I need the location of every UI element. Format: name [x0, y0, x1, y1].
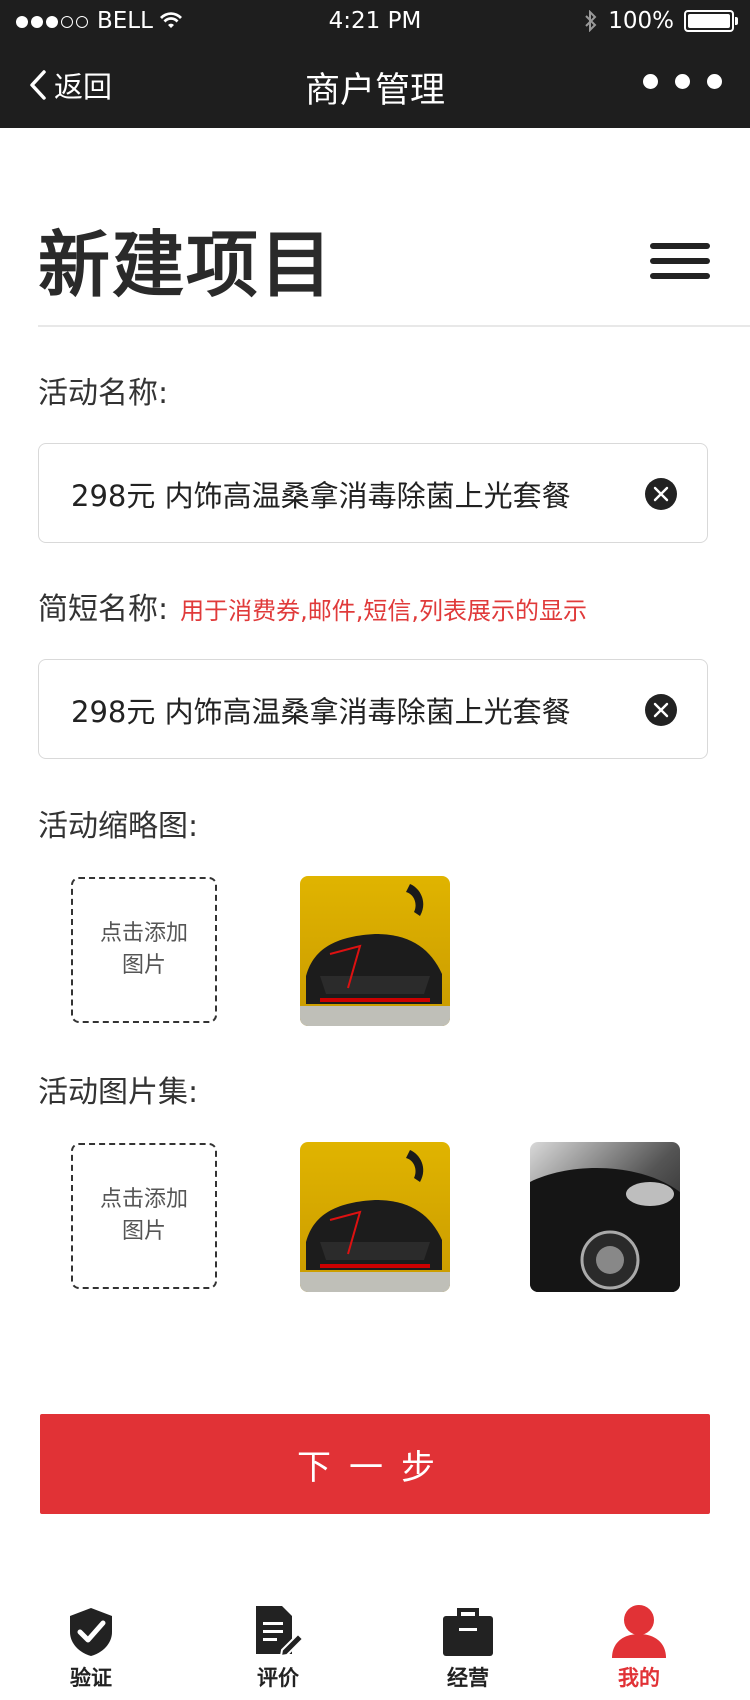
- tab-reviews[interactable]: 评价: [218, 1600, 338, 1692]
- status-right: 100%: [584, 8, 738, 34]
- add-gallery-text: 点击添加 图片: [100, 1184, 188, 1248]
- tab-business-label: 经营: [447, 1666, 489, 1690]
- activity-name-field: [38, 443, 708, 543]
- battery-icon: [684, 10, 738, 32]
- thumbnail-image-car-yellow[interactable]: [300, 876, 450, 1026]
- battery-percent: 100%: [608, 8, 674, 34]
- clear-icon[interactable]: [645, 694, 677, 726]
- add-gallery-image-button[interactable]: 点击添加 图片: [71, 1143, 217, 1289]
- menu-icon[interactable]: [650, 243, 710, 283]
- shield-check-icon: [70, 1608, 112, 1656]
- status-bar: BELL 4:21 PM 100%: [0, 0, 750, 44]
- more-options-icon[interactable]: [643, 74, 722, 89]
- user-icon: [612, 1605, 666, 1658]
- gallery-label: 活动图片集:: [38, 1075, 199, 1110]
- tab-reviews-label: 评价: [257, 1666, 299, 1690]
- add-thumbnail-button[interactable]: 点击添加 图片: [71, 877, 217, 1023]
- divider: [38, 325, 750, 327]
- gallery-image-car-yellow[interactable]: [300, 1142, 450, 1292]
- page-title: 新建项目: [38, 223, 335, 307]
- add-thumbnail-line2: 图片: [121, 953, 166, 978]
- short-name-input[interactable]: [69, 660, 633, 759]
- short-name-label-row: 简短名称: 用于消费券,邮件,短信,列表展示的显示: [38, 584, 587, 628]
- thumbnail-label: 活动缩略图:: [38, 809, 199, 844]
- add-thumbnail-text: 点击添加 图片: [100, 918, 188, 982]
- gallery-image-car-black[interactable]: [530, 1142, 680, 1292]
- tab-me-label: 我的: [618, 1666, 660, 1690]
- clear-icon[interactable]: [645, 478, 677, 510]
- tab-bar: 验证 评价 经营 我的: [0, 1600, 750, 1700]
- nav-title: 商户管理: [304, 71, 445, 111]
- short-name-field: [38, 659, 708, 759]
- document-edit-icon: [256, 1606, 304, 1658]
- nav-bar: 返回 商户管理: [0, 44, 750, 128]
- add-gallery-line1: 点击添加: [99, 1187, 188, 1212]
- activity-name-label: 活动名称:: [38, 376, 169, 411]
- add-gallery-line2: 图片: [121, 1219, 166, 1244]
- tab-me[interactable]: 我的: [579, 1600, 699, 1692]
- next-step-button[interactable]: 下一步: [40, 1414, 710, 1514]
- short-name-label: 简短名称:: [38, 592, 169, 627]
- tab-business[interactable]: 经营: [408, 1600, 528, 1692]
- tab-verify[interactable]: 验证: [31, 1600, 151, 1692]
- briefcase-icon: [443, 1608, 493, 1656]
- short-name-hint: 用于消费券,邮件,短信,列表展示的显示: [180, 597, 587, 625]
- top-bar: BELL 4:21 PM 100% 返回 商户管理: [0, 0, 750, 128]
- tab-verify-label: 验证: [70, 1666, 112, 1690]
- add-thumbnail-line1: 点击添加: [99, 921, 188, 946]
- bluetooth-icon: [585, 10, 597, 32]
- activity-name-input[interactable]: [69, 444, 633, 543]
